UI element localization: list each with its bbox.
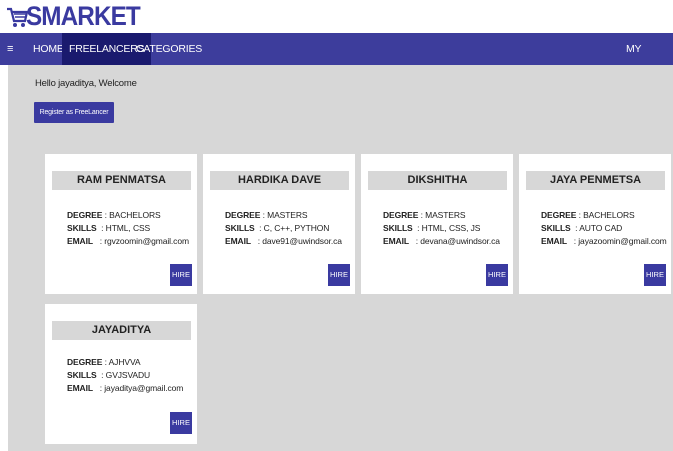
freelancer-card: RAM PENMATSA DEGREE : BACHELORS SKILLS :… [45,154,197,294]
degree-label: DEGREE [67,210,103,220]
email-label: EMAIL [541,236,567,246]
email-line: EMAIL : devana@uwindsor.ca [383,236,500,246]
logo-text: SMARKET [26,1,141,31]
degree-line: DEGREE : BACHELORS [67,210,161,220]
hire-button[interactable]: HIRE [328,264,350,286]
freelancer-card: HARDIKA DAVE DEGREE : MASTERS SKILLS : C… [203,154,355,294]
skills-label: SKILLS [67,370,97,380]
freelancer-name: JAYA PENMETSA [526,171,665,190]
skills-value: : HTML, CSS [101,223,151,233]
shopping-cart-icon [7,7,28,27]
email-value: : devana@uwindsor.ca [415,236,500,246]
skills-line: SKILLS : HTML, CSS, JS [383,223,480,233]
hire-button[interactable]: HIRE [486,264,508,286]
hire-button[interactable]: HIRE [644,264,666,286]
degree-line: DEGREE : MASTERS [383,210,466,220]
skills-value: : GVJSVADU [101,370,151,380]
navbar: ≡ HOME FREELANCERS CATEGORIES MY ACCOUNT [0,33,673,87]
email-line: EMAIL : jayaditya@gmail.com [67,383,183,393]
email-line: EMAIL : jayazoomin@gmail.com [541,236,667,246]
email-label: EMAIL [225,236,251,246]
main-content: Hello jayaditya, Welcome Register as Fre… [8,65,673,451]
freelancer-name: JAYADITYA [52,321,191,340]
degree-label: DEGREE [541,210,577,220]
freelancer-card: JAYA PENMETSA DEGREE : BACHELORS SKILLS … [519,154,671,294]
hire-button[interactable]: HIRE [170,412,192,434]
skills-line: SKILLS : C, C++, PYTHON [225,223,329,233]
skills-line: SKILLS : GVJSVADU [67,370,150,380]
degree-value: : BACHELORS [104,210,161,220]
email-label: EMAIL [383,236,409,246]
skills-value: : C, C++, PYTHON [259,223,330,233]
nav-categories[interactable]: CATEGORIES [129,33,209,65]
freelancer-name: HARDIKA DAVE [210,171,349,190]
freelancer-card: DIKSHITHA DEGREE : MASTERS SKILLS : HTML… [361,154,513,294]
logo-bar: SMARKET [0,0,673,33]
skills-label: SKILLS [541,223,571,233]
skills-label: SKILLS [225,223,255,233]
skills-line: SKILLS : HTML, CSS [67,223,150,233]
skills-label: SKILLS [67,223,97,233]
nav-my-account[interactable]: MY ACCOUNT [619,33,673,87]
freelancer-name: DIKSHITHA [368,171,507,190]
degree-label: DEGREE [383,210,419,220]
site-logo[interactable]: SMARKET [6,3,153,30]
email-label: EMAIL [67,383,93,393]
freelancer-name: RAM PENMATSA [52,171,191,190]
hire-button[interactable]: HIRE [170,264,192,286]
degree-value: : AJHVVA [104,357,141,367]
degree-line: DEGREE : BACHELORS [541,210,635,220]
skills-label: SKILLS [383,223,413,233]
degree-label: DEGREE [225,210,261,220]
degree-line: DEGREE : MASTERS [225,210,308,220]
degree-value: : MASTERS [420,210,466,220]
register-freelancer-button[interactable]: Register as FreeLancer [34,102,114,123]
email-value: : jayaditya@gmail.com [99,383,184,393]
email-value: : rgvzoomin@gmail.com [99,236,189,246]
degree-label: DEGREE [67,357,103,367]
skills-value: : HTML, CSS, JS [417,223,481,233]
degree-value: : MASTERS [262,210,308,220]
email-line: EMAIL : dave91@uwindsor.ca [225,236,342,246]
degree-line: DEGREE : AJHVVA [67,357,141,367]
degree-value: : BACHELORS [578,210,635,220]
email-value: : jayazoomin@gmail.com [573,236,667,246]
welcome-message: Hello jayaditya, Welcome [35,78,137,89]
skills-value: : AUTO CAD [575,223,623,233]
email-label: EMAIL [67,236,93,246]
skills-line: SKILLS : AUTO CAD [541,223,622,233]
menu-icon[interactable]: ≡ [7,33,13,65]
freelancer-card: JAYADITYA DEGREE : AJHVVA SKILLS : GVJSV… [45,304,197,444]
email-value: : dave91@uwindsor.ca [257,236,342,246]
email-line: EMAIL : rgvzoomin@gmail.com [67,236,189,246]
